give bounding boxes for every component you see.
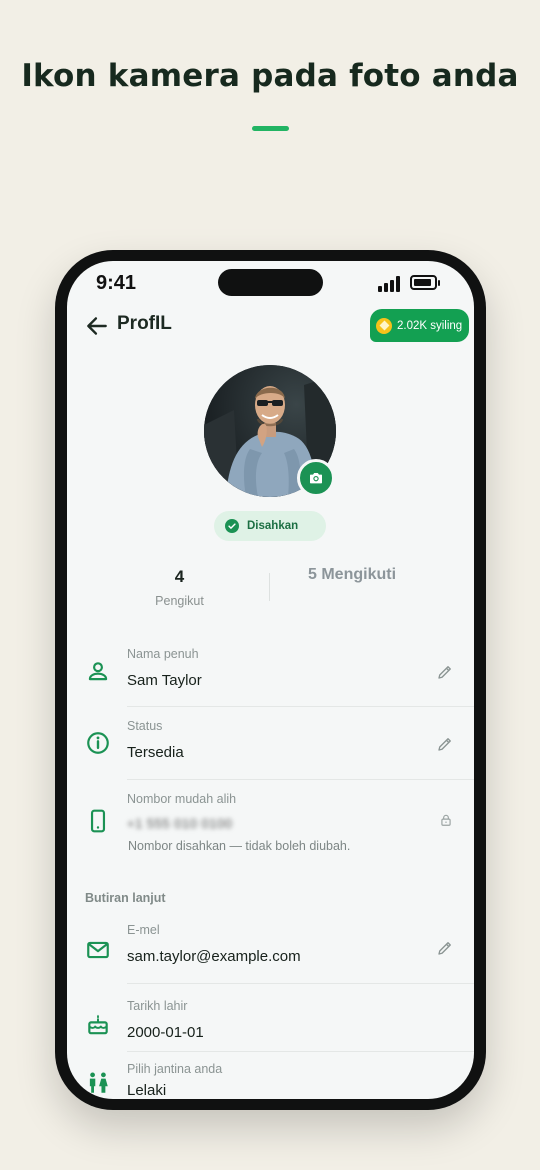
check-circle-icon bbox=[225, 519, 239, 533]
status-row[interactable]: Status Tersedia bbox=[67, 713, 474, 783]
gender-label: Pilih jantina anda bbox=[127, 1062, 223, 1076]
name-row[interactable]: Nama penuh Sam Taylor bbox=[67, 641, 474, 711]
edit-email-icon[interactable] bbox=[436, 939, 454, 957]
dynamic-island bbox=[218, 269, 323, 296]
divider bbox=[127, 779, 474, 780]
followers-label: Pengikut bbox=[155, 594, 204, 608]
email-value: sam.taylor@example.com bbox=[127, 948, 301, 965]
stats-divider bbox=[269, 573, 270, 601]
gender-value: Lelaki bbox=[127, 1082, 167, 1099]
arrow-left-icon[interactable] bbox=[84, 313, 110, 339]
verified-badge: Disahkan bbox=[214, 511, 326, 541]
phone-icon bbox=[90, 809, 106, 833]
name-value: Sam Taylor bbox=[127, 672, 202, 689]
status-time: 9:41 bbox=[96, 272, 137, 294]
page-title: ProfIL bbox=[117, 313, 172, 334]
headline-underline bbox=[252, 126, 289, 131]
divider bbox=[127, 983, 474, 984]
edit-name-icon[interactable] bbox=[436, 663, 454, 681]
birthdate-label: Tarikh lahir bbox=[127, 999, 188, 1013]
gender-row[interactable]: Pilih jantina anda Lelaki bbox=[67, 1056, 474, 1099]
camera-button[interactable] bbox=[297, 459, 335, 497]
cake-icon bbox=[88, 1014, 108, 1035]
person-icon bbox=[88, 662, 108, 681]
birthdate-value: 2000-01-01 bbox=[127, 1024, 204, 1041]
following-stat[interactable]: 5 Mengikuti bbox=[308, 566, 396, 584]
phone-frame: 9:41 ProfIL 2.02K syiling Disahkan 4 Pen… bbox=[55, 250, 486, 1110]
phone-value: +1 555 010 0100 bbox=[127, 816, 233, 831]
lock-icon bbox=[441, 814, 451, 826]
followers-count: 4 bbox=[174, 567, 185, 586]
follow-stats: 4 Pengikut 5 Mengikuti bbox=[67, 561, 474, 611]
coin-icon bbox=[376, 317, 392, 334]
name-label: Nama penuh bbox=[127, 647, 199, 661]
gender-icon bbox=[89, 1072, 108, 1093]
divider bbox=[127, 706, 474, 707]
phone-row: Nombor mudah alih +1 555 010 0100 Nombor… bbox=[67, 786, 474, 876]
email-label: E-mel bbox=[127, 923, 160, 937]
coin-balance-badge[interactable]: 2.02K syiling bbox=[370, 309, 469, 342]
status-bar: 9:41 bbox=[67, 261, 474, 307]
info-icon bbox=[87, 732, 109, 754]
camera-icon bbox=[310, 473, 322, 484]
email-row[interactable]: E-mel sam.taylor@example.com bbox=[67, 919, 474, 989]
coin-balance-label: 2.02K syiling bbox=[397, 319, 463, 332]
headline: Ikon kamera pada foto anda bbox=[21, 58, 519, 94]
phone-label: Nombor mudah alih bbox=[127, 792, 237, 806]
battery-icon bbox=[410, 275, 440, 290]
divider bbox=[127, 1051, 474, 1052]
verified-label: Disahkan bbox=[247, 520, 299, 532]
signal-icon bbox=[378, 276, 402, 292]
status-label: Status bbox=[127, 719, 163, 733]
phone-note: Nombor disahkan — tidak boleh diubah. bbox=[128, 839, 351, 853]
followers-stat[interactable]: 4 Pengikut bbox=[127, 561, 232, 608]
mail-icon bbox=[87, 941, 109, 959]
phone-screen: 9:41 ProfIL 2.02K syiling Disahkan 4 Pen… bbox=[67, 261, 474, 1099]
edit-status-icon[interactable] bbox=[436, 735, 454, 753]
section-heading: Butiran lanjut bbox=[85, 891, 166, 905]
status-value: Tersedia bbox=[127, 744, 184, 761]
